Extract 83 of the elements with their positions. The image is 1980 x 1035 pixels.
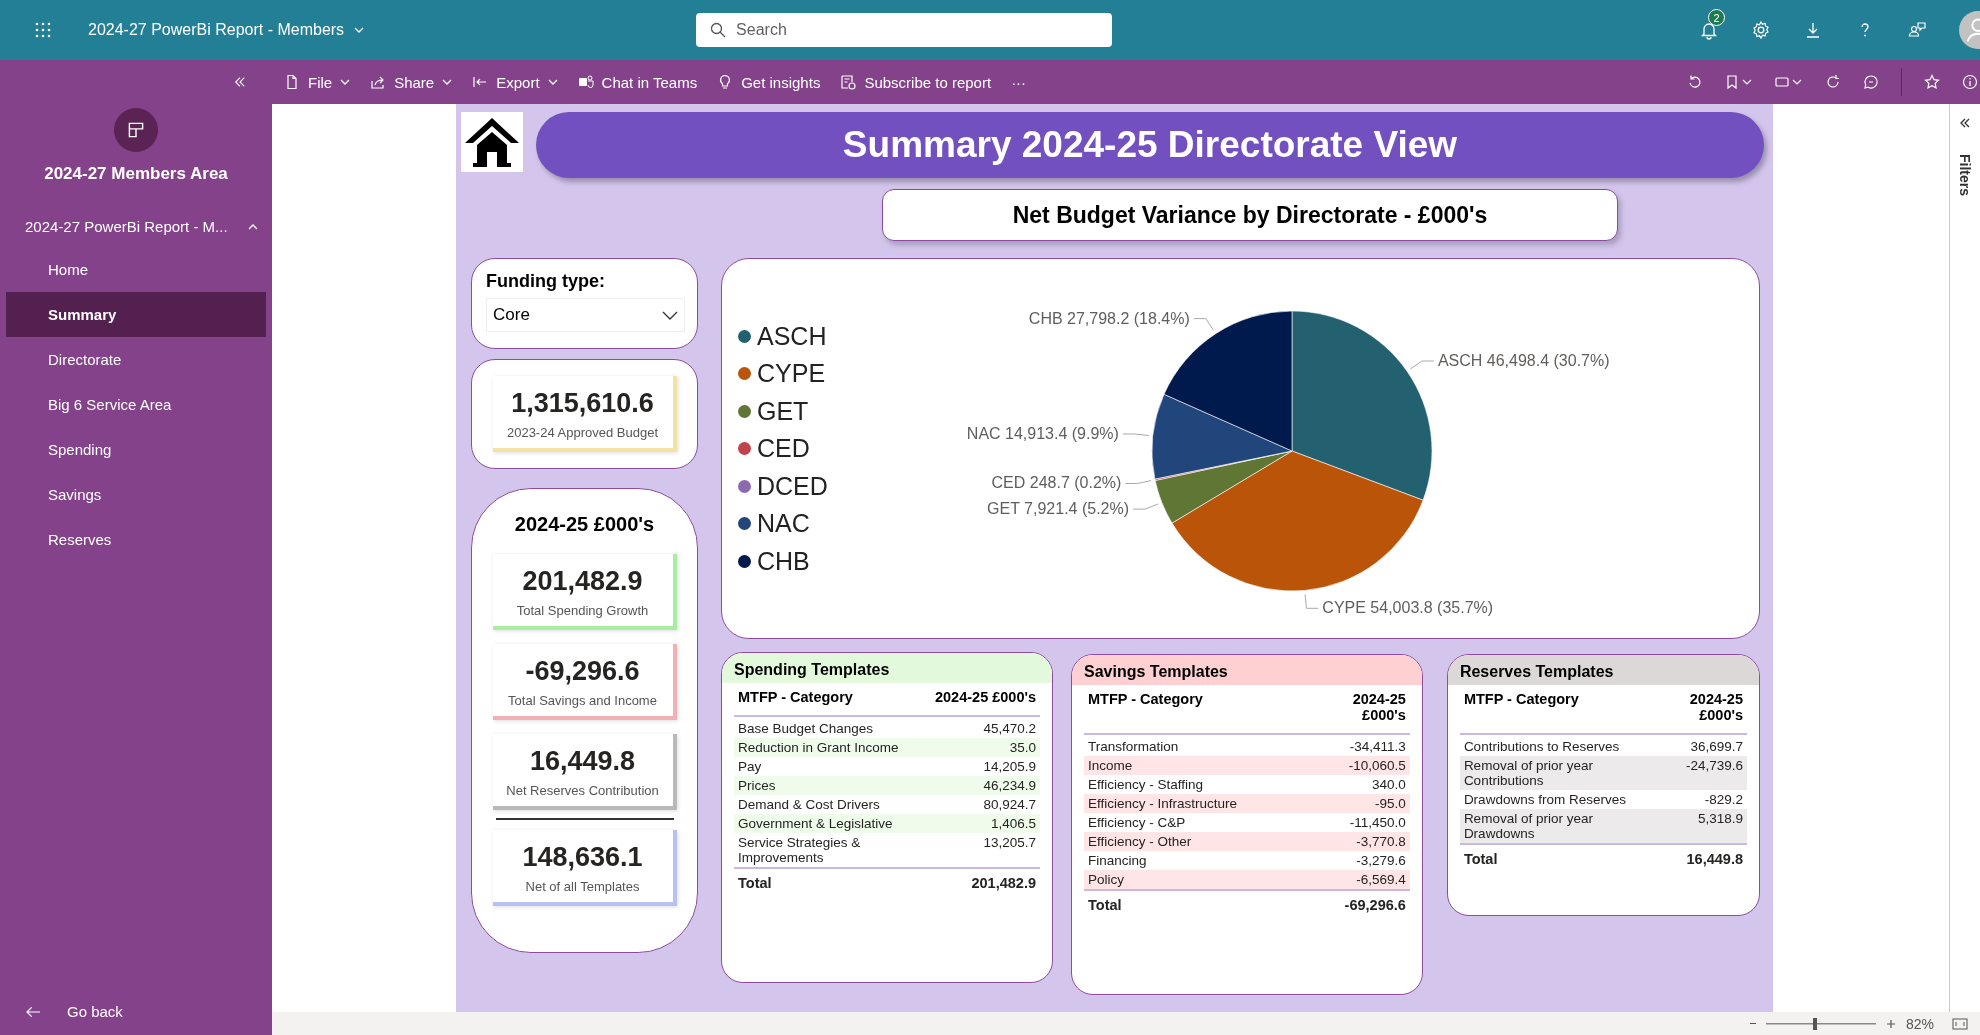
table-cell: 46,234.9	[927, 776, 1040, 795]
table-cell: -10,060.5	[1331, 756, 1410, 775]
table-cell: 340.0	[1331, 775, 1410, 794]
notification-count-badge: 2	[1708, 9, 1725, 26]
table-cell: Removal of prior year Drawdowns	[1459, 809, 1669, 844]
slice-label: CED 248.7 (0.2%)	[991, 474, 1122, 492]
kpi-label: Net Reserves Contribution	[506, 783, 659, 798]
slice-label: CYPE 54,003.8 (35.7%)	[1322, 599, 1494, 617]
table-header: Spending Templates	[722, 653, 1052, 683]
table-cell: Reduction in Grant Income	[734, 738, 927, 757]
table-cell: -3,770.8	[1331, 832, 1410, 851]
table-cell: Demand & Cost Drivers	[734, 795, 927, 814]
table-cell: Prices	[734, 776, 927, 795]
legend-label: ASCH	[757, 321, 827, 351]
kpi-value: 1,315,610.6	[511, 388, 654, 419]
table-cell: Removal of prior year Contributions	[1459, 756, 1669, 790]
table-header: Savings Templates	[1072, 655, 1422, 685]
legend-label: GET	[757, 396, 809, 426]
column-header: MTFP - Category	[734, 683, 927, 716]
table-cell: 80,924.7	[927, 795, 1040, 814]
column-header: 2024-25 £000's	[1331, 685, 1410, 734]
table-cell: Government & Legislative	[734, 814, 927, 833]
table-cell: -95.0	[1331, 794, 1410, 813]
table-cell: -11,450.0	[1331, 813, 1410, 832]
table-cell: Drawdowns from Reserves	[1459, 790, 1669, 809]
slice-label: GET 7,921.4 (5.2%)	[987, 500, 1130, 518]
table-cell: 36,699.7	[1669, 734, 1747, 756]
table-cell: 14,205.9	[927, 757, 1040, 776]
total-label: Total	[734, 868, 927, 893]
table-cell: -829.2	[1669, 790, 1747, 809]
kpi-value: 16,449.8	[529, 746, 636, 777]
legend-label: CYPE	[757, 359, 826, 388]
column-header: 2024-25 £000's	[1669, 685, 1747, 734]
total-value: -69,296.6	[1331, 890, 1410, 915]
kpi-label: Total Savings and Income	[508, 693, 657, 708]
slice-label: ASCH 46,498.4 (30.7%)	[1437, 352, 1610, 370]
total-value: 201,482.9	[927, 868, 1040, 893]
column-header: MTFP - Category	[1084, 685, 1332, 734]
table-cell: Financing	[1084, 851, 1332, 870]
table-cell: Transformation	[1084, 734, 1332, 756]
table-cell: -3,279.6	[1331, 851, 1410, 870]
total-label: Total	[1459, 844, 1669, 869]
table-cell: Income	[1084, 756, 1332, 775]
table-cell: -34,411.3	[1331, 734, 1410, 756]
zoom-level: 82%	[1905, 1015, 1934, 1032]
column-header: 2024-25 £000's	[927, 683, 1040, 716]
total-value: 16,449.8	[1669, 844, 1747, 869]
legend-label: CED	[757, 434, 810, 463]
chart-title: Net Budget Variance by Directorate - £000's	[882, 189, 1618, 241]
kpi-value: -69,296.6	[525, 656, 640, 687]
table-cell: 5,318.9	[1669, 809, 1747, 844]
table-cell: Contributions to Reserves	[1459, 734, 1669, 756]
legend-label: NAC	[757, 509, 810, 538]
kpi-value: 148,636.1	[522, 842, 643, 873]
table-cell: Efficiency - C&P	[1084, 813, 1332, 832]
table-cell: 35.0	[927, 738, 1040, 757]
table-cell: Pay	[734, 757, 927, 776]
report-title-banner: Summary 2024-25 Directorate View	[536, 112, 1764, 178]
kpi-value: 201,482.9	[522, 566, 643, 597]
kpi-label: Net of all Templates	[525, 879, 640, 894]
slice-label: NAC 14,913.4 (9.9%)	[966, 425, 1119, 443]
table-cell: 13,205.7	[927, 833, 1040, 868]
table-header: Reserves Templates	[1447, 655, 1759, 685]
panel-title: 2024-25 £000's	[514, 513, 655, 536]
kpi-label: Total Spending Growth	[516, 603, 649, 618]
total-label: Total	[1084, 890, 1332, 915]
column-header: MTFP - Category	[1459, 685, 1669, 734]
table-cell: Base Budget Changes	[734, 716, 927, 738]
table-cell: Policy	[1084, 870, 1332, 890]
table-cell: Efficiency - Staffing	[1084, 775, 1332, 794]
kpi-label: 2023-24 Approved Budget	[506, 425, 659, 440]
legend-label: DCED	[757, 471, 828, 501]
table-cell: -24,739.6	[1669, 756, 1747, 790]
table-cell: Efficiency - Infrastructure	[1084, 794, 1332, 813]
workspace-name: 2024-27 Members Area	[43, 164, 229, 184]
slice-label: CHB 27,798.2 (18.4%)	[1028, 309, 1190, 327]
table-cell: 1,406.5	[927, 814, 1040, 833]
table-cell: -6,569.4	[1331, 870, 1410, 890]
table-cell: 45,470.2	[927, 716, 1040, 738]
table-cell: Efficiency - Other	[1084, 832, 1332, 851]
table-cell: Service Strategies & Improvements	[734, 833, 927, 868]
slicer-label: Funding type:	[486, 271, 606, 292]
legend-label: CHB	[757, 546, 810, 576]
